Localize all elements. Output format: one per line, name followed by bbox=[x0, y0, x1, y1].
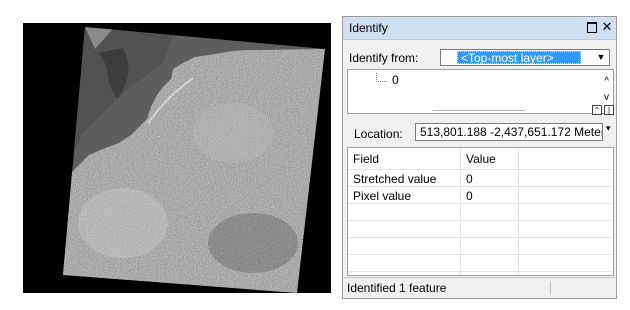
status-text: Identified 1 feature bbox=[347, 281, 447, 295]
results-tree[interactable]: 0 ^ v bbox=[347, 69, 614, 114]
field-name: Pixel value bbox=[353, 189, 412, 203]
location-field[interactable]: 513,801.188 -2,437,651.172 Meters bbox=[415, 123, 603, 141]
table-row[interactable]: Stretched value 0 bbox=[348, 170, 613, 187]
empty-row bbox=[348, 204, 613, 221]
empty-row bbox=[348, 255, 613, 272]
scroll-down-icon[interactable]: v bbox=[604, 92, 609, 103]
empty-row bbox=[348, 221, 613, 238]
field-value: 0 bbox=[466, 172, 473, 186]
identify-from-dropdown[interactable]: <Top-most layer> ▼ bbox=[440, 49, 610, 66]
grid-header-row: Field Value bbox=[348, 148, 613, 170]
tree-connector bbox=[376, 73, 387, 82]
collapse-icon[interactable]: ⌃ bbox=[592, 105, 602, 115]
location-label: Location: bbox=[354, 127, 403, 141]
field-name: Stretched value bbox=[353, 172, 437, 186]
identify-from-label: Identify from: bbox=[349, 51, 419, 65]
status-bar: Identified 1 feature bbox=[343, 277, 616, 298]
scroll-up-icon[interactable]: ^ bbox=[604, 76, 609, 87]
field-value: 0 bbox=[466, 189, 473, 203]
empty-row bbox=[348, 238, 613, 255]
window-title: Identify bbox=[349, 21, 388, 35]
column-header-value[interactable]: Value bbox=[466, 151, 496, 168]
attribute-grid: Field Value Stretched value 0 Pixel valu… bbox=[347, 147, 614, 276]
chevron-down-icon[interactable]: ▼ bbox=[593, 50, 609, 65]
pane-toggle-icon[interactable]: | bbox=[604, 105, 614, 115]
maximize-icon[interactable] bbox=[585, 20, 599, 34]
raster-map-view[interactable] bbox=[23, 23, 331, 293]
title-bar[interactable]: Identify ✕ bbox=[343, 17, 616, 40]
column-header-field[interactable]: Field bbox=[353, 151, 379, 168]
table-row[interactable]: Pixel value 0 bbox=[348, 187, 613, 204]
identify-from-value: <Top-most layer> bbox=[457, 51, 581, 65]
identify-window: Identify ✕ Identify from: <Top-most laye… bbox=[342, 16, 617, 299]
panel-splitter[interactable] bbox=[433, 110, 525, 111]
satellite-raster-image bbox=[23, 23, 331, 293]
location-options-icon[interactable]: ▾ bbox=[606, 123, 611, 134]
tree-node-item[interactable]: 0 bbox=[392, 73, 399, 87]
close-icon[interactable]: ✕ bbox=[600, 20, 614, 34]
status-divider bbox=[550, 281, 551, 295]
